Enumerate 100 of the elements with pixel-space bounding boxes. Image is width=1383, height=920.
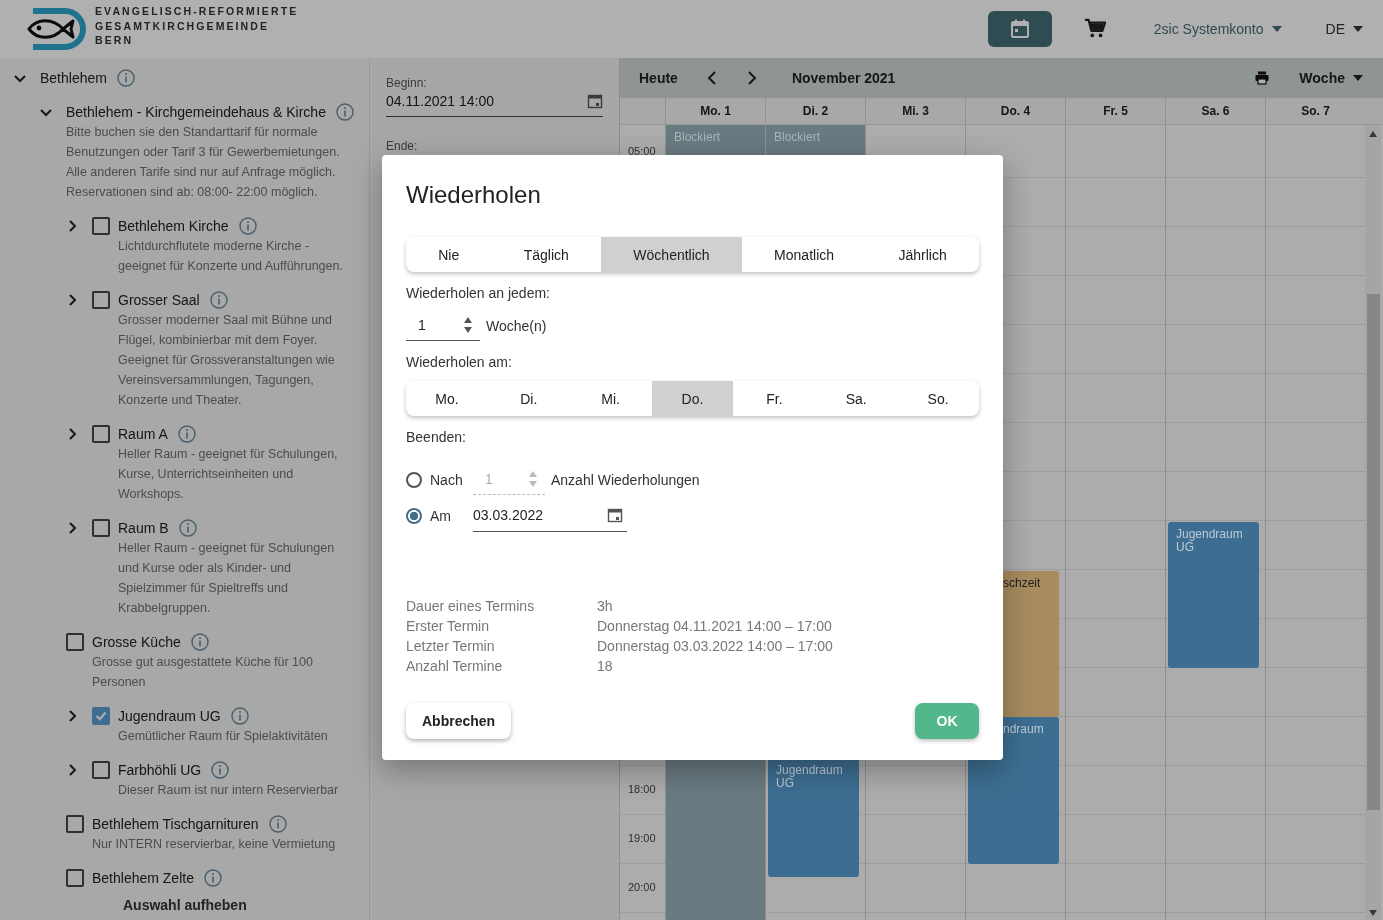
logo-text: BERN [95,33,135,48]
scroll-up-icon[interactable] [1369,131,1377,137]
info-icon[interactable] [177,425,196,443]
radio-button[interactable] [406,507,422,524]
checkbox[interactable] [66,633,84,651]
info-icon[interactable] [211,761,230,779]
date-time-field[interactable]: 04.11.2021 14:00 [386,90,603,117]
info-icon[interactable] [203,869,222,887]
weekday-option[interactable]: So. [897,381,979,416]
section-label: Beenden: [406,428,466,446]
checkbox[interactable] [92,217,110,235]
item-description: Heller Raum - geeignet für Schulungen, Kurse, Unterrichtseinheiten und Workshops. [118,446,339,503]
print-icon[interactable] [1255,71,1270,85]
event-title: Jugendraum UG [1176,527,1243,554]
checkbox[interactable] [92,761,110,779]
caret-icon [1271,26,1282,32]
summary-label: Dauer eines Termins [406,597,536,616]
scrollbar-thumb[interactable] [1366,294,1380,810]
weekday-option[interactable]: Mo. [406,381,488,416]
tree-item-label[interactable]: Grosser Saal [118,292,200,308]
day-header: Fr. 5 [1065,98,1165,124]
event-title: Blockiert [774,130,820,144]
weekday-option[interactable]: Di. [487,381,570,416]
checkbox[interactable] [66,869,84,887]
weekday-option[interactable]: Sa. [815,381,898,416]
day-header: So. 7 [1265,98,1365,124]
info-icon[interactable] [238,217,257,235]
info-icon[interactable] [209,291,228,309]
frequency-option[interactable]: Monatlich [741,237,867,272]
item-description: Gemütlicher Raum für Spielaktivitäten [118,728,328,745]
info-icon[interactable] [268,815,287,833]
summary-label: Erster Termin [406,617,490,636]
tree-item-label[interactable]: Bethlehem Zelte [92,870,194,886]
event-title: ndraum [1003,722,1044,736]
weekday-option[interactable]: Mi. [569,381,652,416]
checkbox[interactable] [92,519,110,537]
unit-label: Woche(n) [486,317,547,334]
frequency-option[interactable]: Jährlich [866,237,979,272]
summary-value: 3h [597,597,614,616]
info-icon[interactable] [335,103,354,121]
checkbox[interactable] [92,707,110,725]
scroll-down-icon[interactable] [1369,910,1377,916]
calendar-icon[interactable] [587,93,603,109]
account-dropdown[interactable]: 2sic Systemkonto [1153,21,1282,37]
summary-label: Anzahl Termine [406,657,504,676]
language-dropdown[interactable]: DE [1325,21,1363,37]
time-label: 19:00 [628,832,656,844]
tree-item-label[interactable]: Bethlehem Tischgarnituren [92,816,259,832]
event-title: Jugendraum UG [776,763,843,790]
frequency-option[interactable]: Wöchentlich [601,237,742,272]
item-description: Nur INTERN reservierbar, keine Vermietung [92,836,336,853]
section-label: Wiederholen am: [406,353,512,371]
cart-icon[interactable] [1083,18,1106,40]
clear-selection-button[interactable]: Auswahl aufheben [123,897,247,913]
day-header: Sa. 6 [1165,98,1265,124]
tree-item-label[interactable]: Bethlehem [40,70,107,86]
cancel-button[interactable]: Abbrechen [406,703,512,739]
checkbox[interactable] [92,291,110,309]
section-label: Wiederholen an jedem: [406,284,550,302]
summary-value: 18 [597,657,614,676]
tree-item-label[interactable]: Bethlehem - Kirchgemeindehaus & Kirche [66,104,326,120]
scrollbar[interactable] [1365,125,1381,920]
day-header: Do. 4 [965,98,1065,124]
item-description: Lichtdurchflutete moderne Kirche - geeignet für Konzerte und Aufführungen. [118,238,344,275]
chevron-left-icon[interactable] [705,71,718,85]
info-icon[interactable] [230,707,249,725]
tree-item-label[interactable]: Bethlehem Kirche [118,218,229,234]
info-icon[interactable] [190,633,209,651]
tree-item-label[interactable]: Farbhöhli UG [118,762,202,778]
info-icon[interactable] [116,69,135,87]
day-header: Mi. 3 [865,98,965,124]
calendar-icon[interactable] [607,507,623,523]
item-description: Grosse gut ausgestattete Küche für 100 Personen [92,654,314,691]
calendar-button[interactable] [987,11,1052,47]
summary-value: Donnerstag 04.11.2021 14:00 – 17:00 [597,617,833,636]
checkbox[interactable] [66,815,84,833]
today-button[interactable]: Heute [639,70,678,86]
weekday-option[interactable]: Do. [651,381,734,416]
tree-item-label[interactable]: Grosse Küche [92,634,181,650]
number-field[interactable]: 1 [406,310,480,341]
day-header: Mo. 1 [665,98,765,124]
tree-item-label[interactable]: Raum A [118,426,168,442]
chevron-right-icon[interactable] [745,71,758,85]
frequency-option[interactable]: Täglich [491,237,602,272]
spinner-icon[interactable] [464,316,472,334]
radio-label[interactable]: Am [430,507,473,524]
info-icon[interactable] [178,519,197,537]
event-title: schzeit [1003,576,1041,590]
item-description: Grosser moderner Saal mit Bühne und Flügel, kombinierbar mit dem Foyer. Geeignet für Grossveranstaltungen wie Vereinsversammlungen, Tagungen, Konzerte und Theater. [118,312,336,409]
item-description: Bitte buchen sie den Standarttarif für normale Benutzungen oder Tarif 3 für Gewerbemietungen. Alle anderen Tarife sind nur auf Anfrage möglich. Reservationen sind ab: 08:00- 22:00 möglich. [66,124,341,201]
view-dropdown[interactable]: Woche [1299,70,1363,86]
date-field[interactable]: 03.03.2022 [473,499,627,532]
tree-item-label[interactable]: Jugendraum UG [118,708,221,724]
checkbox[interactable] [92,425,110,443]
time-label: 18:00 [628,783,656,795]
tree-item-label[interactable]: Raum B [118,520,169,536]
day-header: Di. 2 [765,98,865,124]
calendar-icon [1009,19,1030,39]
frequency-option[interactable]: Nie [406,237,492,272]
weekday-option[interactable]: Fr. [733,381,816,416]
